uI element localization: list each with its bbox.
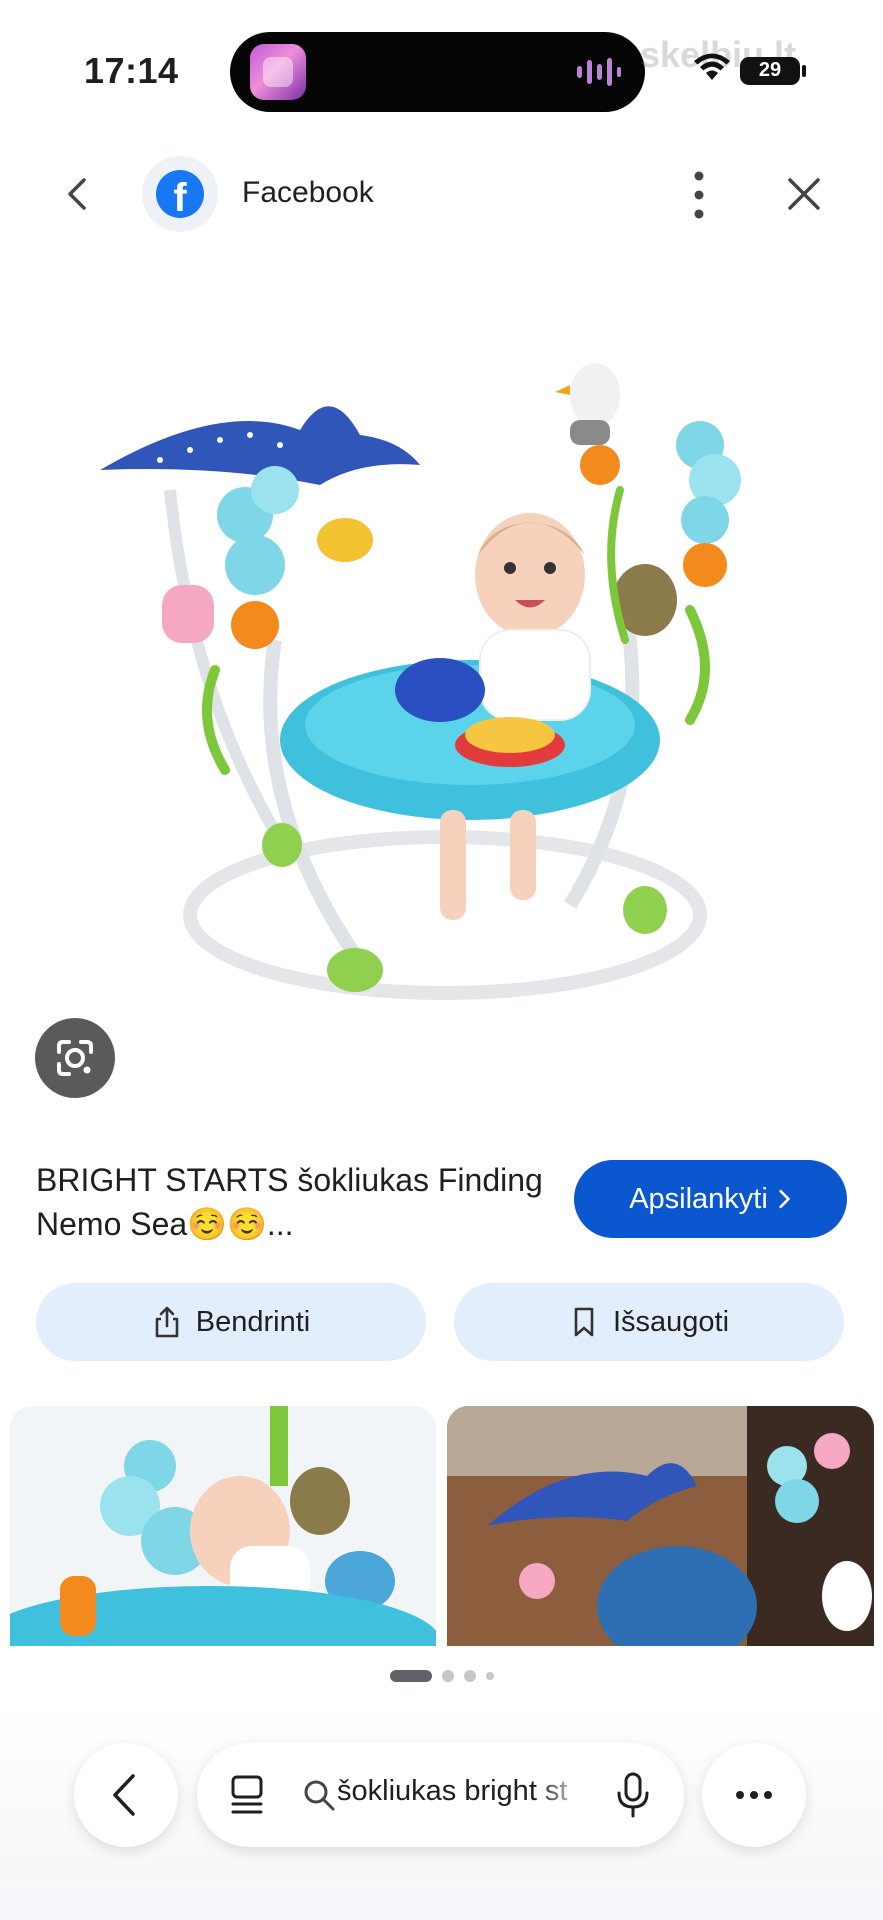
battery-level: 29 — [758, 59, 782, 81]
more-vert-icon[interactable] — [684, 166, 714, 224]
facebook-logo: f — [142, 156, 218, 232]
mic-icon[interactable] — [615, 1771, 651, 1819]
back-icon[interactable] — [58, 174, 98, 214]
more-horiz-icon — [736, 1791, 772, 1799]
save-label: Išsaugoti — [612, 1305, 730, 1338]
share-icon — [155, 1306, 179, 1338]
carousel-dot-active — [389, 1670, 432, 1682]
visit-button[interactable]: Apsilankyti — [574, 1160, 847, 1238]
share-button[interactable]: Bendrinti — [36, 1283, 426, 1361]
search-query[interactable]: šokliukas bright st — [337, 1775, 587, 1808]
lens-search-button[interactable] — [35, 1018, 115, 1098]
carousel-dot — [463, 1670, 476, 1682]
bookmark-icon — [574, 1307, 594, 1337]
product-image[interactable] — [100, 340, 790, 1020]
status-bar: 17:14 skelbiu.lt 29 — [0, 0, 883, 130]
search-icon — [304, 1780, 335, 1811]
dynamic-island[interactable] — [230, 32, 645, 112]
source-title[interactable]: Facebook — [242, 176, 374, 210]
facebook-f-icon: f — [156, 170, 204, 220]
wifi-icon — [694, 53, 730, 80]
top-app-bar: f Facebook — [0, 140, 883, 250]
result-title[interactable]: BRIGHT STARTS šokliukas Finding Nemo Sea… — [36, 1158, 556, 1246]
more-options-button[interactable] — [702, 1743, 806, 1847]
related-image-2[interactable] — [447, 1406, 874, 1646]
carousel-dots — [0, 1668, 883, 1684]
carousel-dot — [485, 1672, 494, 1680]
now-playing-artwork — [250, 44, 306, 100]
battery-icon: 29 — [740, 57, 806, 85]
carousel-dot — [441, 1670, 454, 1682]
related-image-1[interactable] — [10, 1406, 436, 1646]
search-bar[interactable]: šokliukas bright st — [197, 1743, 684, 1847]
related-image-1-art — [10, 1406, 436, 1646]
status-time: 17:14 — [84, 50, 179, 91]
save-button[interactable]: Išsaugoti — [454, 1283, 844, 1361]
lens-icon — [57, 1040, 93, 1076]
back-icon — [113, 1774, 135, 1816]
close-icon[interactable] — [784, 174, 824, 214]
tabs-icon — [231, 1775, 263, 1814]
share-label: Bendrinti — [195, 1305, 311, 1338]
nav-back-button[interactable] — [74, 1743, 178, 1847]
related-image-2-art — [447, 1406, 874, 1646]
visit-label: Apsilankyti — [629, 1182, 768, 1215]
chevron-right-icon — [779, 1189, 790, 1209]
audio-wave-icon — [577, 58, 621, 86]
